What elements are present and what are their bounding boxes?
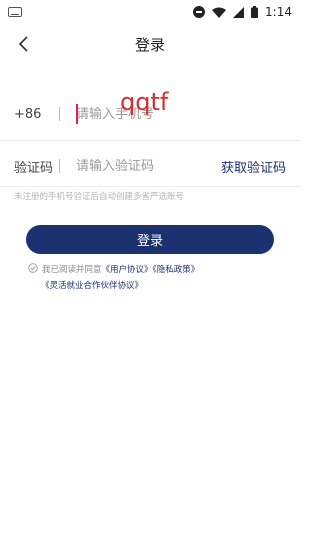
- separator: [59, 107, 60, 121]
- signal-icon: [233, 6, 245, 18]
- code-row: 验证码 获取验证码: [14, 148, 286, 184]
- partner-agreement-link[interactable]: 《灵活就业合作伙伴协议》: [41, 281, 143, 291]
- wifi-icon: [212, 7, 227, 18]
- phone-input[interactable]: [76, 106, 266, 122]
- country-code[interactable]: +86: [14, 107, 59, 122]
- page-title: 登录: [134, 35, 165, 54]
- login-button[interactable]: 登录: [26, 225, 274, 254]
- register-hint: 未注册的手机号验证后自动创建多省严选账号: [14, 192, 185, 202]
- keyboard-icon: [8, 7, 22, 17]
- code-input[interactable]: [76, 158, 196, 174]
- text-caret: [76, 104, 78, 124]
- user-agreement-link[interactable]: 《用户协议》: [102, 265, 153, 275]
- get-code-button[interactable]: 获取验证码: [221, 157, 286, 176]
- back-button[interactable]: [12, 32, 36, 56]
- checkbox-icon[interactable]: [28, 263, 38, 273]
- status-bar: 1:14: [0, 0, 300, 24]
- phone-row: +86: [14, 96, 286, 132]
- separator: [59, 159, 60, 173]
- status-icons: 1:14: [193, 5, 292, 19]
- clock: 1:14: [265, 5, 292, 19]
- code-label: 验证码: [14, 160, 54, 176]
- agreement: 我已阅读并同意《用户协议》《隐私政策》 《灵活就业合作伙伴协议》: [28, 262, 278, 294]
- divider: [0, 140, 300, 141]
- battery-icon: [251, 6, 259, 18]
- header: 登录: [0, 28, 300, 60]
- privacy-policy-link[interactable]: 《隐私政策》: [153, 265, 200, 275]
- chevron-left-icon: [18, 36, 28, 52]
- divider: [0, 186, 300, 187]
- do-not-disturb-icon: [193, 6, 206, 18]
- agreement-prefix: 我已阅读并同意: [42, 265, 102, 275]
